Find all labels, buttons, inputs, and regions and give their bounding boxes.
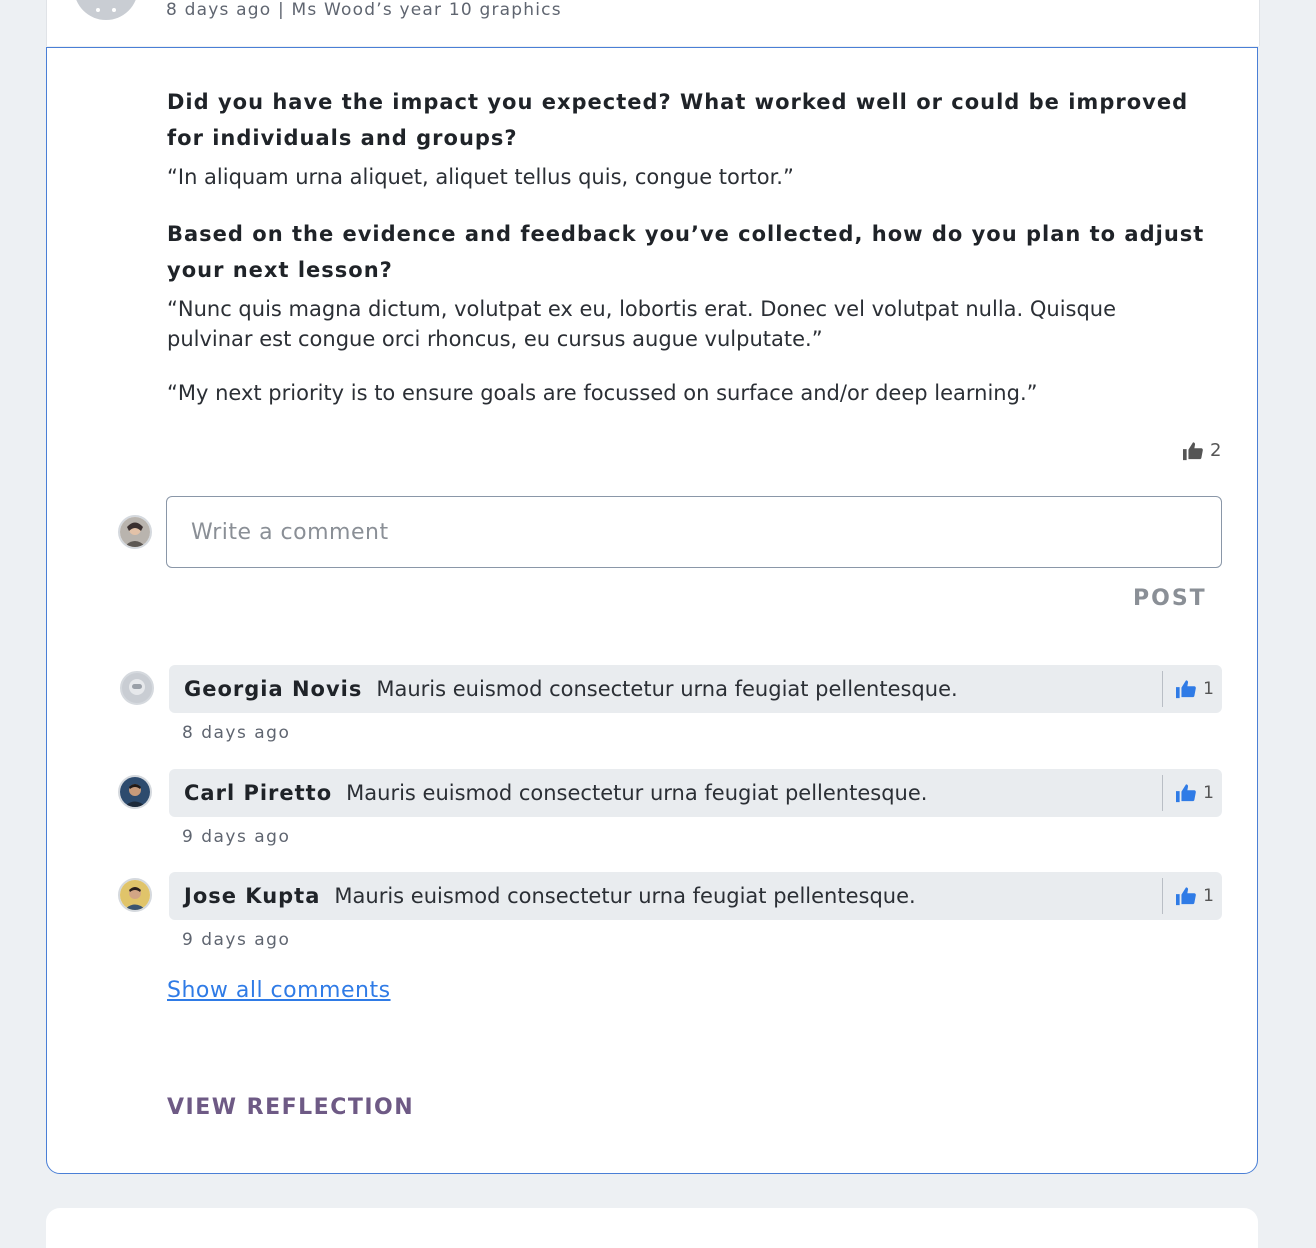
commenter-name[interactable]: Jose Kupta: [184, 884, 320, 908]
comment-like-button[interactable]: 1: [1175, 665, 1214, 713]
thumbs-up-icon: [1183, 441, 1203, 460]
divider: [1162, 878, 1163, 914]
post-meta: 8 days ago | Ms Wood’s year 10 graphics: [166, 0, 562, 20]
comment-bubble: Carl Piretto Mauris euismod consectetur …: [169, 769, 1222, 817]
thumbs-up-icon: [1176, 680, 1197, 699]
answer-1: “In aliquam urna aliquet, aliquet tellus…: [167, 165, 794, 189]
post-like-button[interactable]: 2: [1182, 440, 1221, 461]
comment-time: 8 days ago: [182, 723, 291, 743]
divider: [1162, 775, 1163, 811]
current-user-avatar: [118, 515, 152, 549]
answer-3: “My next priority is to ensure goals are…: [167, 381, 1038, 405]
thumbs-up-icon: [1176, 784, 1197, 803]
show-all-comments-link[interactable]: Show all comments: [167, 978, 391, 1003]
divider: [1162, 671, 1163, 707]
post-comment-button[interactable]: POST: [1133, 586, 1207, 611]
comment-time: 9 days ago: [182, 827, 291, 847]
comment-like-count: 1: [1203, 886, 1214, 906]
next-post-card: [46, 1208, 1258, 1248]
comment-bubble: Georgia Novis Mauris euismod consectetur…: [169, 665, 1222, 713]
commenter-avatar[interactable]: [118, 878, 152, 912]
comment-text: Mauris euismod consectetur urna feugiat …: [376, 677, 958, 701]
comment-text: Mauris euismod consectetur urna feugiat …: [334, 884, 916, 908]
question-2: Based on the evidence and feedback you’v…: [167, 222, 1205, 282]
post-like-count: 2: [1210, 440, 1222, 461]
comment-like-count: 1: [1203, 783, 1214, 803]
comment-text: Mauris euismod consectetur urna feugiat …: [346, 781, 928, 805]
question-1: Did you have the impact you expected? Wh…: [167, 90, 1189, 150]
view-reflection-button[interactable]: VIEW REFLECTION: [167, 1095, 414, 1120]
answer-2: “Nunc quis magna dictum, volutpat ex eu,…: [167, 297, 1117, 351]
commenter-avatar[interactable]: [118, 775, 152, 809]
comment-like-button[interactable]: 1: [1175, 872, 1214, 920]
commenter-avatar[interactable]: [120, 671, 154, 705]
comment-like-count: 1: [1203, 679, 1214, 699]
comment-bubble: Jose Kupta Mauris euismod consectetur ur…: [169, 872, 1222, 920]
thumbs-up-icon: [1176, 887, 1197, 906]
comment-time: 9 days ago: [182, 930, 291, 950]
comment-input[interactable]: [166, 496, 1222, 568]
reflection-card: Did you have the impact you expected? Wh…: [46, 47, 1258, 1174]
comment-like-button[interactable]: 1: [1175, 769, 1214, 817]
commenter-name[interactable]: Georgia Novis: [184, 677, 362, 701]
commenter-name[interactable]: Carl Piretto: [184, 781, 332, 805]
